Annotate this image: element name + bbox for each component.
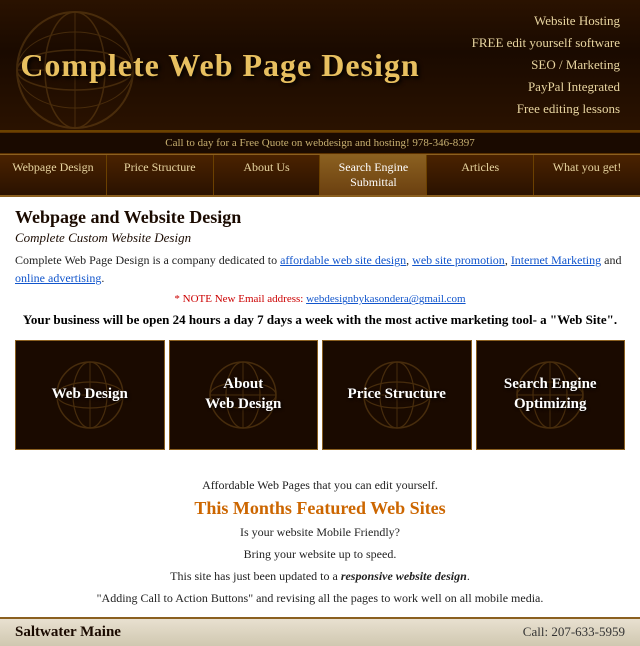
footer-phone-number: 207-633-5959: [551, 624, 625, 639]
nav-about-us[interactable]: About Us: [214, 155, 321, 195]
box-about-label: AboutWeb Design: [205, 375, 281, 414]
intro-text: Complete Web Page Design is a company de…: [15, 253, 280, 267]
footer-site-name[interactable]: Saltwater Maine: [15, 624, 121, 641]
service-hosting: Website Hosting: [420, 10, 620, 32]
header-services: Website Hosting FREE edit yourself softw…: [420, 10, 620, 120]
box-price-structure[interactable]: Price Structure: [322, 340, 472, 450]
note-bar: * NOTE New Email address: webdesignbykas…: [15, 293, 625, 305]
bottom-line4-italic: responsive website design: [341, 569, 467, 583]
box-price-label: Price Structure: [348, 385, 446, 405]
service-editing: FREE edit yourself software: [420, 32, 620, 54]
link-advertising[interactable]: online advertising: [15, 271, 101, 285]
box-web-design-label: Web Design: [52, 385, 128, 405]
featured-title: This Months Featured Web Sites: [15, 498, 625, 519]
bottom-line4-prefix: This site has just been updated to a: [170, 569, 341, 583]
bottom-line5: "Adding Call to Action Buttons" and revi…: [15, 589, 625, 607]
open-24-text: Your business will be open 24 hours a da…: [15, 311, 625, 329]
header-title-block: Complete Web Page Design: [20, 47, 420, 84]
site-title: Complete Web Page Design: [20, 47, 420, 84]
call-bar-text: Call to day for a Free Quote on webdesig…: [165, 137, 474, 149]
box-web-design[interactable]: Web Design: [15, 340, 165, 450]
footer-call-label: Call:: [523, 624, 548, 639]
nav-webpage-design[interactable]: Webpage Design: [0, 155, 107, 195]
footer-phone: Call: 207-633-5959: [523, 624, 625, 640]
box-about-web-design[interactable]: AboutWeb Design: [169, 340, 319, 450]
bottom-line4-end: .: [467, 569, 470, 583]
box-seo[interactable]: Search EngineOptimizing: [476, 340, 626, 450]
link-promotion[interactable]: web site promotion: [412, 253, 505, 267]
header: Complete Web Page Design Website Hosting…: [0, 0, 640, 132]
nav-bar: Webpage Design Price Structure About Us …: [0, 154, 640, 197]
intro-end: .: [101, 271, 104, 285]
bottom-section: Affordable Web Pages that you can edit y…: [0, 470, 640, 617]
service-paypal: PayPal Integrated: [420, 76, 620, 98]
main-content: Webpage and Website Design Complete Cust…: [0, 197, 640, 469]
boxes-grid: Web Design AboutWeb Design Price Structu: [15, 340, 625, 450]
nav-what-you-get[interactable]: What you get!: [534, 155, 640, 195]
call-bar: Call to day for a Free Quote on webdesig…: [0, 132, 640, 154]
footer-bar: Saltwater Maine Call: 207-633-5959: [0, 617, 640, 646]
box-seo-label: Search EngineOptimizing: [504, 375, 597, 414]
link-affordable[interactable]: affordable web site design: [280, 253, 406, 267]
bottom-line4: This site has just been updated to a res…: [15, 567, 625, 585]
nav-price-structure[interactable]: Price Structure: [107, 155, 214, 195]
bottom-line1: Affordable Web Pages that you can edit y…: [15, 476, 625, 494]
bottom-line3: Bring your website up to speed.: [15, 545, 625, 563]
service-lessons: Free editing lessons: [420, 98, 620, 120]
note-prefix: * NOTE New Email address:: [174, 293, 306, 305]
main-heading: Webpage and Website Design: [15, 207, 625, 228]
intro-paragraph: Complete Web Page Design is a company de…: [15, 251, 625, 287]
link-marketing[interactable]: Internet Marketing: [511, 253, 601, 267]
note-email[interactable]: webdesignbykasondera@gmail.com: [306, 293, 466, 305]
intro-and: and: [601, 253, 621, 267]
nav-search-engine[interactable]: Search Engine Submittal: [320, 155, 427, 195]
service-seo: SEO / Marketing: [420, 54, 620, 76]
main-subtitle: Complete Custom Website Design: [15, 230, 625, 246]
bottom-line2: Is your website Mobile Friendly?: [15, 523, 625, 541]
nav-articles[interactable]: Articles: [427, 155, 534, 195]
